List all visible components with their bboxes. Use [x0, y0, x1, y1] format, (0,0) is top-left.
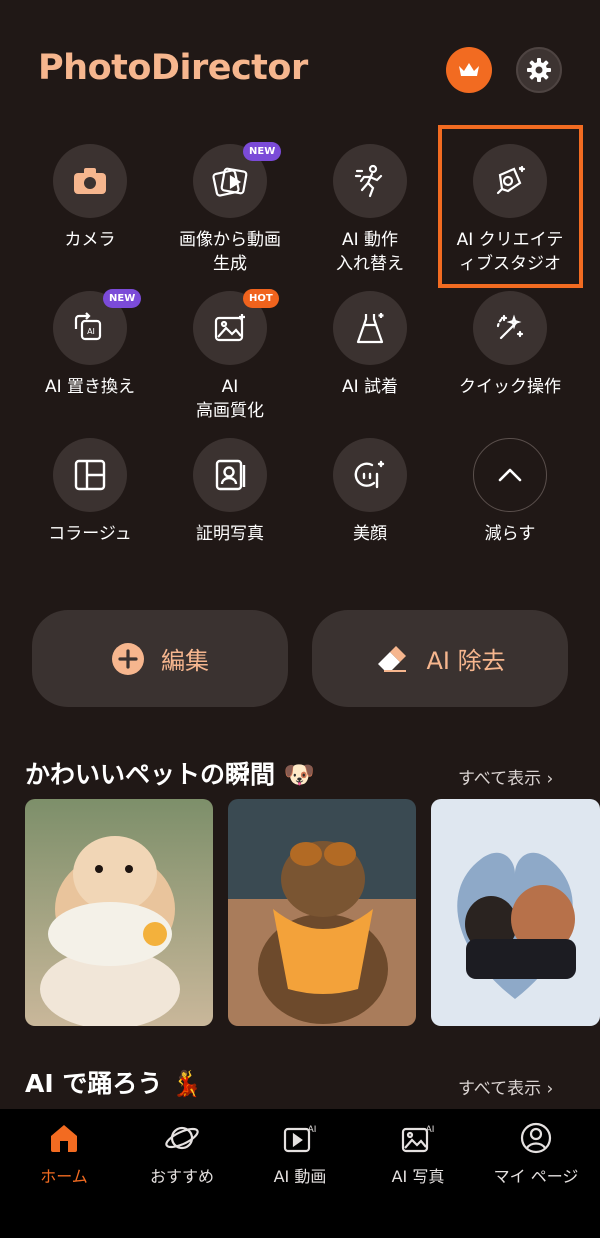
tool-beauty[interactable]: 美顔 [300, 438, 440, 546]
tool-label: カメラ [64, 230, 116, 250]
home-icon [51, 1125, 77, 1152]
dress-icon [333, 291, 407, 365]
svg-text:AI: AI [87, 327, 95, 336]
tool-label: クイック操作 [459, 377, 561, 397]
tool-label: AI 高画質化 [196, 377, 264, 421]
see-all-link[interactable]: すべて表示 › [458, 764, 553, 789]
magic-wand-icon [473, 291, 547, 365]
tool-collage[interactable]: コラージュ [20, 438, 160, 546]
tool-quick-action[interactable]: クイック操作 [440, 291, 580, 399]
edit-button[interactable]: 編集 [32, 610, 288, 707]
ai-photo-icon: AI [401, 1125, 435, 1153]
settings-button[interactable] [516, 47, 562, 93]
edit-label: 編集 [161, 647, 209, 675]
nav-label: AI 写真 [391, 1167, 445, 1186]
tool-motion-swap[interactable]: AI 動作 入れ替え [300, 144, 440, 276]
plus-circle-icon [112, 642, 144, 675]
ai-video-icon: AI [283, 1125, 317, 1153]
app-title: PhotoDirector [38, 48, 308, 88]
svg-text:AI: AI [426, 1125, 435, 1135]
pet-thumbnail-capybara[interactable] [228, 799, 416, 1026]
crown-icon [459, 63, 479, 76]
tool-label: 証明写真 [196, 524, 264, 544]
section-title: かわいいペットの瞬間 🐶 [25, 760, 315, 789]
tool-id-photo[interactable]: 証明写真 [160, 438, 300, 546]
tool-label: AI 試着 [341, 377, 399, 397]
chevron-up-icon [473, 438, 547, 512]
image-to-video-icon: NEW [193, 142, 282, 218]
pet-thumbnail-hamster[interactable] [25, 799, 213, 1026]
see-all-link[interactable]: すべて表示 › [458, 1074, 553, 1099]
new-badge: NEW [243, 142, 282, 161]
eraser-icon [378, 645, 407, 672]
tool-image-to-video[interactable]: NEW 画像から動画 生成 [160, 142, 300, 276]
ai-remove-button[interactable]: AI 除去 [312, 610, 568, 707]
ai-replace-icon: AI NEW [53, 289, 142, 365]
nav-recommended[interactable]: おすすめ [122, 1121, 242, 1187]
tool-label: コラージュ [48, 524, 132, 544]
nav-label: AI 動画 [273, 1167, 327, 1186]
pet-thumbnail-dogs[interactable] [431, 799, 600, 1026]
collapse-tools-button[interactable]: 減らす [440, 438, 580, 546]
profile-icon [520, 1122, 552, 1154]
highlight-box [438, 125, 583, 288]
beauty-face-icon [333, 438, 407, 512]
tool-camera[interactable]: カメラ [20, 144, 160, 252]
nav-home[interactable]: ホーム [4, 1121, 124, 1187]
id-photo-icon [193, 438, 267, 512]
tool-label: 画像から動画 生成 [179, 230, 281, 274]
planet-icon [165, 1126, 199, 1150]
nav-label: ホーム [40, 1167, 88, 1186]
ai-enhance-icon: HOT [193, 289, 279, 365]
new-badge: NEW [103, 289, 142, 308]
premium-button[interactable] [446, 47, 492, 93]
bottom-nav: ホーム おすすめ AI AI 動画 AI AI 写真 マイ ページ [0, 1109, 600, 1238]
tool-label: 美顔 [353, 524, 387, 544]
section-title: AI で踊ろう 💃 [25, 1069, 203, 1098]
motion-swap-icon [333, 144, 407, 218]
tool-label: 減らす [484, 524, 536, 544]
tool-ai-try-on[interactable]: AI 試着 [300, 291, 440, 399]
svg-text:AI: AI [308, 1125, 317, 1135]
tool-label: AI 動作 入れ替え [336, 230, 404, 274]
nav-ai-photo[interactable]: AI AI 写真 [358, 1121, 478, 1187]
nav-label: マイ ページ [493, 1167, 579, 1186]
camera-icon [53, 144, 127, 218]
nav-ai-video[interactable]: AI AI 動画 [240, 1121, 360, 1187]
nav-my-page[interactable]: マイ ページ [476, 1121, 596, 1187]
nav-label: おすすめ [149, 1167, 214, 1186]
collage-icon [53, 438, 127, 512]
tool-ai-replace[interactable]: AI NEW AI 置き換え [20, 289, 160, 399]
tool-label: AI 置き換え [44, 377, 136, 397]
gear-icon [527, 58, 551, 82]
tool-ai-enhance[interactable]: HOT AI 高画質化 [160, 289, 300, 423]
hot-badge: HOT [243, 289, 279, 308]
ai-remove-label: AI 除去 [426, 647, 506, 675]
